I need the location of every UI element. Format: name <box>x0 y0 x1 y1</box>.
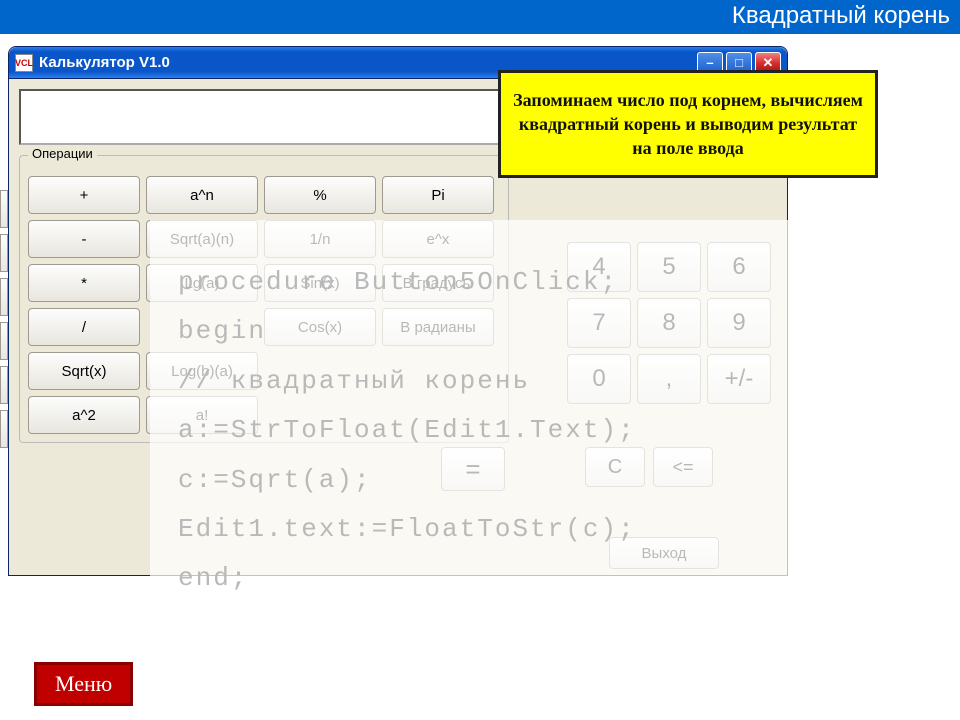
op-multiply[interactable]: * <box>28 264 140 302</box>
op-nroot[interactable]: Sqrt(a)(n) <box>146 220 258 258</box>
menu-button[interactable]: Меню <box>34 662 133 706</box>
strip-5 <box>0 366 8 404</box>
op-divide[interactable]: / <box>28 308 140 346</box>
backspace-button[interactable]: <= <box>653 447 713 487</box>
code-line-7: end; <box>178 563 248 593</box>
side-strip <box>0 190 10 450</box>
code-line-2: begin <box>178 316 266 346</box>
strip-4 <box>0 322 8 360</box>
num-6[interactable]: 6 <box>707 242 771 292</box>
num-5[interactable]: 5 <box>637 242 701 292</box>
strip-6 <box>0 410 8 448</box>
code-line-4: a:=StrToFloat(Edit1.Text); <box>178 415 636 445</box>
op-pi[interactable]: Pi <box>382 176 494 214</box>
num-8[interactable]: 8 <box>637 298 701 348</box>
operations-legend: Операции <box>28 146 97 161</box>
slide-header: Квадратный корень <box>0 0 960 34</box>
op-square[interactable]: a^2 <box>28 396 140 434</box>
strip-2 <box>0 234 8 272</box>
op-recip[interactable]: 1/n <box>264 220 376 258</box>
op-ex[interactable]: e^x <box>382 220 494 258</box>
code-line-5: c:=Sqrt(a); <box>178 465 372 495</box>
app-icon: VCL <box>15 54 33 72</box>
callout-box: Запоминаем число под корнем, вычисляем к… <box>498 70 878 178</box>
num-comma[interactable]: , <box>637 354 701 404</box>
op-sqrt[interactable]: Sqrt(x) <box>28 352 140 390</box>
code-line-1: procedure Button5OnClick; <box>178 267 618 297</box>
window-title: Калькулятор V1.0 <box>39 54 697 71</box>
strip-3 <box>0 278 8 316</box>
op-power-an[interactable]: a^n <box>146 176 258 214</box>
num-9[interactable]: 9 <box>707 298 771 348</box>
strip-1 <box>0 190 8 228</box>
num-sign[interactable]: +/- <box>707 354 771 404</box>
code-line-3: // квадратный корень <box>178 366 530 396</box>
code-overlay: procedure Button5OnClick; begin // квадр… <box>178 258 636 604</box>
op-minus[interactable]: - <box>28 220 140 258</box>
code-line-6: Edit1.text:=FloatToStr(c); <box>178 514 636 544</box>
op-percent[interactable]: % <box>264 176 376 214</box>
op-plus[interactable]: + <box>28 176 140 214</box>
